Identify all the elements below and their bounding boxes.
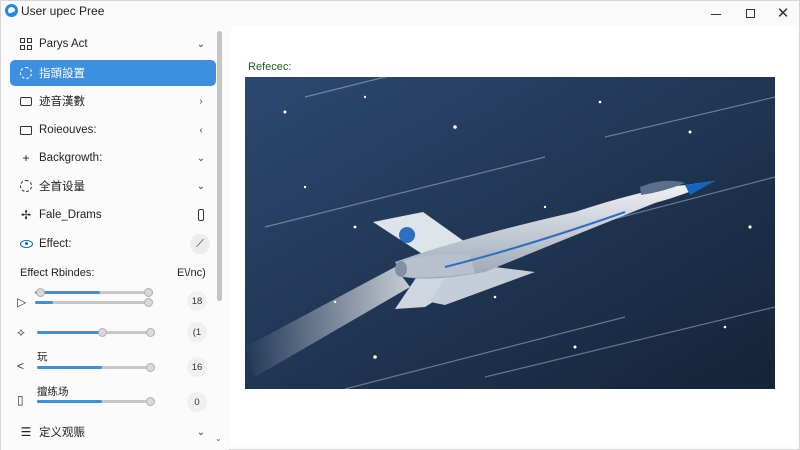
sidebar-item-label: 迹音漢數 [39, 96, 85, 108]
share-icon: < [17, 359, 25, 373]
slider-fill [35, 291, 100, 294]
chevron-left-icon: ‹ [199, 124, 203, 136]
folder-icon [19, 123, 33, 137]
scroll-down-icon[interactable]: ⌄ [215, 434, 222, 443]
sidebar-item-settings[interactable]: 指頭設置 [10, 60, 216, 86]
node-icon: ⟡ [17, 325, 25, 339]
app-window: User upec Pree ✕ Parys Act ⌄ 指頭設置 迹音漢數 ›… [0, 0, 800, 450]
sidebar-item-parys-act[interactable]: Parys Act ⌄ [10, 31, 216, 57]
sidebar-item-sound[interactable]: 迹音漢數 › [10, 88, 216, 114]
slider-fill [37, 331, 102, 334]
toggle-icon[interactable] [198, 209, 204, 221]
sidebar-item-label: Fale_Drams [39, 209, 102, 221]
pen-icon: ⟋ [196, 237, 204, 250]
slider-thumb[interactable] [35, 288, 45, 297]
eye-icon [19, 237, 33, 251]
slider-value-badge: (1 [187, 322, 207, 342]
gear-icon [19, 66, 33, 80]
close-button[interactable]: ✕ [765, 1, 800, 25]
chevron-down-icon: ⌄ [196, 180, 206, 192]
close-icon: ✕ [776, 5, 790, 22]
sidebar-item-label: Backgrowth: [39, 152, 103, 164]
draw-icon: ✢ [20, 208, 32, 222]
main-panel: Refecec: [231, 27, 799, 447]
sidebar-item-label: Effect: [39, 238, 72, 250]
grid-icon [19, 37, 33, 51]
chevron-down-icon: ⌄ [196, 426, 206, 438]
slider-thumb[interactable] [146, 363, 156, 372]
sidebar-item-resources[interactable]: Roieouves: ‹ [10, 117, 216, 143]
preview-image [245, 77, 775, 389]
chevron-down-icon: ⌄ [196, 38, 206, 50]
slider-thumb[interactable] [144, 298, 154, 307]
jet-illustration [245, 77, 775, 389]
list-icon: ☰ [20, 425, 32, 439]
sidebar-item-label: Roieouves: [39, 124, 97, 136]
slider-track[interactable] [37, 363, 156, 372]
slider-thumb[interactable] [146, 328, 156, 337]
slider-track[interactable] [37, 397, 156, 406]
slider-value-badge: 16 [187, 357, 207, 377]
sidebar: Parys Act ⌄ 指頭設置 迹音漢數 › Roieouves: ‹ + B… [1, 27, 229, 450]
maximize-button[interactable] [732, 1, 768, 25]
slider-thumb[interactable] [146, 397, 156, 406]
phone-icon: ▯ [17, 393, 24, 407]
sidebar-item-effect[interactable]: Effect: ⟋ [10, 231, 216, 257]
sidebar-item-background[interactable]: + Backgrowth: ⌄ [10, 145, 216, 171]
play-icon: ▷ [17, 295, 27, 309]
slider-value-badge: 0 [187, 392, 207, 412]
chevron-down-icon: ⌄ [196, 152, 206, 164]
sidebar-item-global-settings[interactable]: 全首设量 ⌄ [10, 173, 216, 199]
effect-section-label: Effect Rbindes: [20, 267, 95, 279]
slider-track[interactable] [35, 298, 154, 307]
app-logo-icon [5, 4, 18, 17]
slider-track[interactable] [35, 288, 154, 297]
plus-icon: + [22, 151, 30, 165]
slider-value-badge: 18 [187, 291, 207, 311]
sidebar-item-label: 定义观赈 [39, 427, 85, 439]
title-bar: User upec Pree ✕ [1, 1, 799, 25]
slider-track[interactable] [37, 328, 156, 337]
effect-section-unit: E\/nc) [177, 267, 206, 279]
slider-label: 擅练场 [37, 386, 69, 398]
gear-icon [19, 179, 33, 193]
slider-fill [37, 400, 102, 403]
maximize-icon [745, 8, 755, 18]
slider-thumb[interactable] [144, 288, 154, 297]
chevron-right-icon: › [199, 95, 203, 107]
slider-label: 玩 [37, 351, 48, 363]
minimize-button[interactable] [698, 1, 734, 25]
box-icon [19, 94, 33, 108]
slider-fill [37, 366, 102, 369]
sidebar-item-custom-view[interactable]: ☰ 定义观赈 ⌄ [10, 419, 216, 445]
sidebar-item-fale-drams[interactable]: ✢ Fale_Drams [10, 202, 216, 228]
minimize-icon [711, 13, 721, 15]
sidebar-scrollbar[interactable] [217, 31, 222, 301]
edit-button[interactable]: ⟋ [190, 234, 210, 254]
sidebar-item-label: 全首设量 [39, 181, 85, 193]
sidebar-item-label: Parys Act [39, 38, 88, 50]
preview-label: Refecec: [248, 61, 292, 73]
sidebar-item-label: 指頭設置 [39, 68, 85, 80]
slider-fill [35, 301, 53, 304]
window-title: User upec Pree [21, 4, 105, 18]
slider-thumb[interactable] [97, 328, 107, 337]
